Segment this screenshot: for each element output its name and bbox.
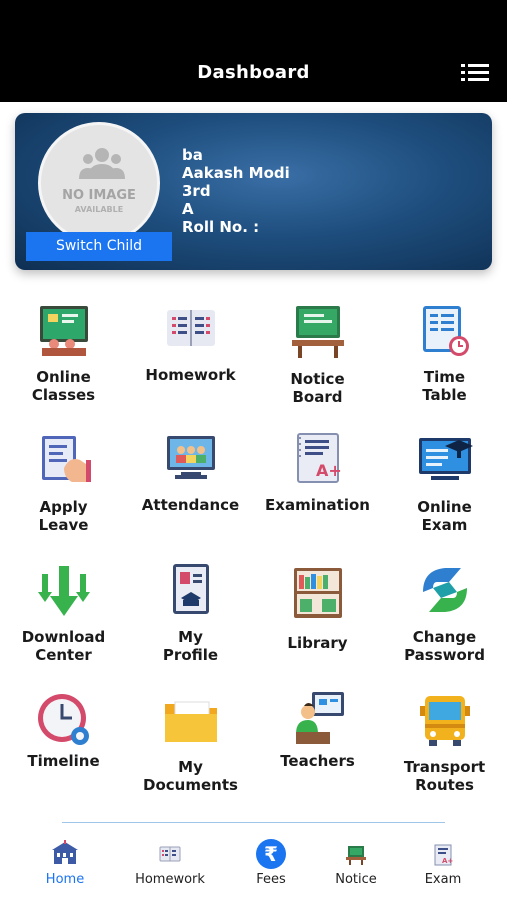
tile-online-classes[interactable]: Online Classes [0, 290, 127, 415]
student-profile-card: NO IMAGE AVAILABLE Switch Child ba Aakas… [15, 113, 492, 270]
tile-label: Examination [265, 496, 370, 514]
change-password-icon [423, 568, 467, 612]
tile-library[interactable]: Library [254, 550, 381, 675]
nav-item-exam[interactable]: A+ Exam [393, 835, 493, 895]
homework-icon [167, 310, 215, 346]
student-info: ba Aakash Modi 3rd A Roll No. : [182, 146, 290, 236]
tile-timeline[interactable]: Timeline [0, 680, 127, 805]
nav-label: Notice [335, 872, 377, 887]
page-title: Dashboard [197, 62, 310, 83]
tile-download-center[interactable]: Download Center [0, 550, 127, 675]
my-documents-icon [165, 701, 217, 742]
time-table-icon [423, 306, 469, 356]
tile-label: Transport Routes [403, 758, 486, 794]
tile-change-password[interactable]: Change Password [381, 550, 507, 675]
top-bar: Dashboard [0, 0, 507, 102]
tile-label: Homework [145, 366, 236, 384]
tile-teachers[interactable]: Teachers [254, 680, 381, 805]
tile-notice-board[interactable]: Notice Board [254, 290, 381, 415]
tile-label: My Documents [143, 758, 238, 794]
school-home-icon [52, 840, 78, 864]
notice-board-icon [346, 846, 366, 865]
student-name: Aakash Modi [182, 164, 290, 182]
examination-icon: A+ [297, 433, 342, 483]
svg-text:A+: A+ [316, 461, 342, 480]
tile-online-exam[interactable]: Online Exam [381, 420, 507, 545]
available-text: AVAILABLE [74, 205, 124, 214]
tile-label: Online Exam [417, 498, 472, 534]
library-icon [294, 568, 342, 618]
student-roll-no: Roll No. : [182, 218, 260, 236]
tile-apply-leave[interactable]: Apply Leave [0, 420, 127, 545]
no-image-text: NO IMAGE [62, 188, 136, 203]
tile-label: Apply Leave [38, 498, 89, 534]
online-exam-icon [419, 438, 473, 480]
divider [62, 822, 445, 823]
nav-label: Exam [424, 872, 462, 887]
tile-label: Notice Board [290, 370, 345, 406]
homework-icon [159, 846, 181, 862]
student-info-line: ba [182, 146, 203, 164]
tile-label: Online Classes [31, 368, 96, 404]
nav-item-home[interactable]: Home [15, 835, 115, 895]
student-section: A [182, 200, 194, 218]
nav-item-notice[interactable]: Notice [306, 835, 406, 895]
nav-label: Home [45, 872, 85, 887]
transport-routes-icon [420, 696, 470, 746]
tile-label: Library [287, 634, 348, 652]
people-placeholder-icon [79, 148, 125, 179]
student-class: 3rd [182, 182, 211, 200]
tile-label: Attendance [141, 496, 240, 514]
nav-item-homework[interactable]: Homework [120, 835, 220, 895]
tile-time-table[interactable]: Time Table [381, 290, 507, 415]
tile-label: Timeline [27, 752, 100, 770]
apply-leave-icon [42, 436, 91, 482]
tile-transport-routes[interactable]: Transport Routes [381, 680, 507, 805]
bottom-nav: Home Homework ₹ Fees Notice A+ Exam [0, 835, 507, 900]
my-profile-icon [173, 564, 209, 614]
teachers-icon [296, 692, 344, 744]
svg-text:A+: A+ [442, 857, 453, 865]
tile-homework[interactable]: Homework [127, 290, 254, 415]
download-center-icon [38, 566, 90, 616]
tile-label: Download Center [21, 628, 106, 664]
tile-examination[interactable]: A+ Examination [254, 420, 381, 545]
attendance-icon [167, 436, 215, 479]
exam-icon: A+ [434, 844, 453, 866]
nav-label: Homework [135, 872, 205, 887]
list-menu-icon[interactable] [461, 60, 491, 84]
tile-my-documents[interactable]: My Documents [127, 680, 254, 805]
tile-attendance[interactable]: Attendance [127, 420, 254, 545]
tile-label: Teachers [280, 752, 355, 770]
tile-label: Time Table [422, 368, 467, 404]
rupee-icon: ₹ [256, 839, 286, 869]
tile-my-profile[interactable]: My Profile [127, 550, 254, 675]
svg-text:₹: ₹ [264, 842, 278, 866]
tile-label: My Profile [162, 628, 219, 664]
avatar: NO IMAGE AVAILABLE [38, 122, 160, 244]
switch-child-button[interactable]: Switch Child [26, 232, 172, 261]
tile-label: Change Password [404, 628, 485, 664]
timeline-icon [38, 694, 89, 745]
online-classes-icon [40, 306, 88, 356]
notice-board-icon [292, 306, 344, 358]
